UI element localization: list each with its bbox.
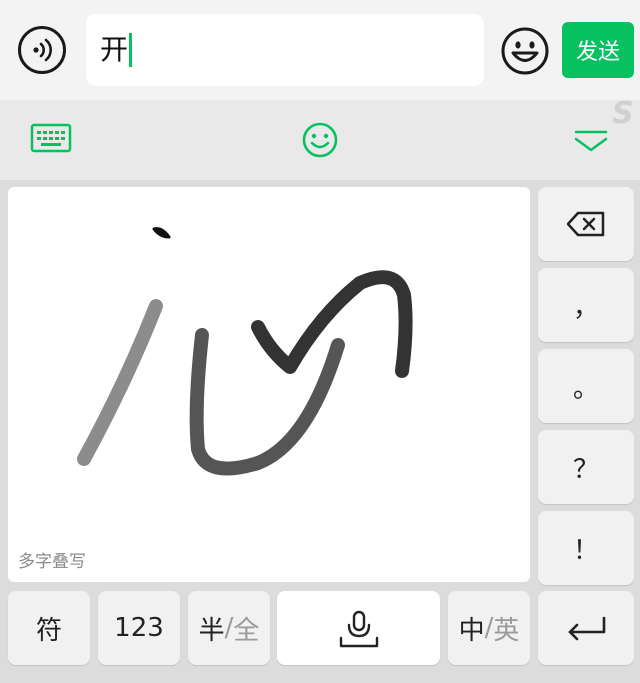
period-key[interactable]: 。 xyxy=(538,349,634,423)
lang-separator: / xyxy=(484,613,494,643)
comma-key[interactable]: ， xyxy=(538,268,634,342)
enter-key[interactable] xyxy=(538,591,634,665)
microphone-icon xyxy=(339,610,378,648)
handwriting-pad[interactable]: 多字叠写 xyxy=(8,187,530,582)
sticker-button[interactable] xyxy=(300,120,340,160)
backspace-key[interactable] xyxy=(538,187,634,261)
collapse-keyboard-icon xyxy=(574,130,608,152)
backspace-icon xyxy=(566,211,605,237)
question-key[interactable]: ？ xyxy=(538,430,634,504)
full-width-label: 全 xyxy=(233,615,260,646)
enter-icon xyxy=(568,616,606,641)
exclaim-key[interactable]: ！ xyxy=(538,511,634,585)
text-caret xyxy=(129,33,133,67)
keyboard-switch-button[interactable] xyxy=(30,122,72,154)
voice-toggle-button[interactable] xyxy=(18,26,66,74)
collapse-keyboard-button[interactable] xyxy=(570,126,612,156)
symbols-key[interactable]: 符 xyxy=(8,591,90,665)
space-voice-key[interactable] xyxy=(277,591,440,665)
half-width-label: 半 xyxy=(198,615,225,646)
english-label: 英 xyxy=(493,615,520,646)
emoji-icon xyxy=(501,27,549,75)
handwriting-strokes xyxy=(77,227,413,476)
send-button[interactable]: 发送 xyxy=(562,22,634,78)
emoji-button[interactable] xyxy=(500,26,550,76)
half-full-separator: / xyxy=(224,613,234,643)
half-full-width-key[interactable]: 半 / 全 xyxy=(188,591,270,665)
numbers-key[interactable]: 123 xyxy=(98,591,180,665)
voice-icon xyxy=(33,38,52,62)
chinese-label: 中 xyxy=(458,615,485,646)
chinese-english-key[interactable]: 中 / 英 xyxy=(448,591,530,665)
keyboard-icon xyxy=(30,123,72,153)
message-input[interactable]: 开 xyxy=(86,14,484,86)
smiley-icon xyxy=(302,122,338,158)
handwriting-mode-hint: 多字叠写 xyxy=(18,552,86,572)
message-input-value: 开 xyxy=(100,33,129,66)
watermark-logo: S xyxy=(612,96,634,131)
